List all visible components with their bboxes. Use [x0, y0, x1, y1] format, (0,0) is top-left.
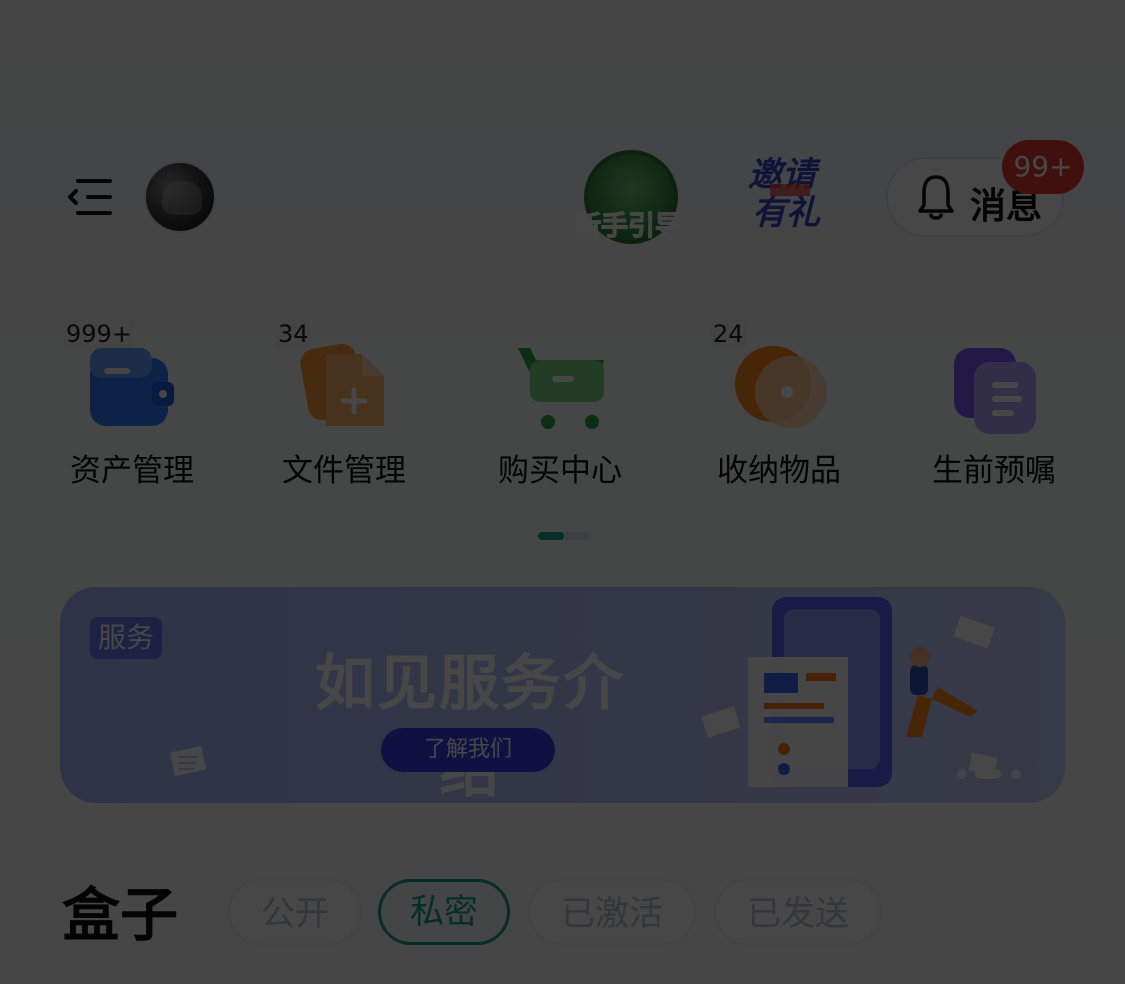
menu-icon[interactable]: [66, 175, 112, 219]
assets-label: 资产管理: [70, 453, 194, 489]
banner-dot-active: [975, 769, 1001, 779]
banner-pagination: [955, 767, 1035, 781]
files-label: 文件管理: [282, 453, 406, 489]
service-tag: 服务: [90, 617, 162, 659]
app-page: 新手引导 邀请 有礼 消息 99+ 999+ 资产管理 34 文件管理 购买中心…: [0, 0, 1125, 984]
storage-icon: [731, 340, 827, 436]
avatar[interactable]: [144, 161, 216, 233]
filter-sent[interactable]: 已发送: [714, 879, 882, 945]
document-icon: [946, 340, 1042, 436]
boxes-title: 盒子: [62, 881, 179, 949]
banner-dot: [957, 769, 967, 779]
guide-label: 新手引导: [574, 211, 683, 243]
wallet-icon: [84, 340, 180, 436]
learn-more-button[interactable]: 了解我们: [381, 728, 555, 772]
invite-ribbon-icon: [770, 184, 810, 196]
quick-actions-pager: [538, 532, 590, 540]
bell-icon: [916, 173, 956, 223]
service-banner[interactable]: 服务 如见服务介绍 了解我们: [60, 587, 1065, 803]
shop-label: 购买中心: [498, 453, 622, 489]
quick-action-storage[interactable]: 24 收纳物品: [705, 320, 865, 490]
quick-action-assets[interactable]: 999+ 资产管理: [58, 320, 218, 490]
quick-action-shop[interactable]: 购买中心: [486, 330, 646, 490]
storage-label: 收纳物品: [717, 453, 841, 489]
invite-line-2: 有礼: [752, 193, 820, 233]
quick-action-files[interactable]: 34 文件管理: [270, 320, 430, 490]
banner-paper-icon: [168, 745, 208, 779]
pager-active-indicator: [538, 532, 564, 540]
cart-icon: [512, 340, 608, 436]
filter-private[interactable]: 私密: [378, 879, 510, 945]
living-will-label: 生前预嘱: [932, 453, 1056, 489]
invite-reward-button[interactable]: 邀请 有礼: [748, 156, 834, 242]
message-count-badge: 99+: [1002, 140, 1084, 194]
new-user-guide-button[interactable]: 新手引导: [570, 146, 686, 246]
banner-title: 如见服务介绍: [315, 649, 625, 803]
file-add-icon: [296, 340, 392, 436]
banner-dot: [1011, 769, 1021, 779]
filter-activated[interactable]: 已激活: [528, 879, 696, 945]
filter-public[interactable]: 公开: [228, 879, 362, 945]
quick-action-living-will[interactable]: 生前预嘱: [920, 330, 1080, 490]
